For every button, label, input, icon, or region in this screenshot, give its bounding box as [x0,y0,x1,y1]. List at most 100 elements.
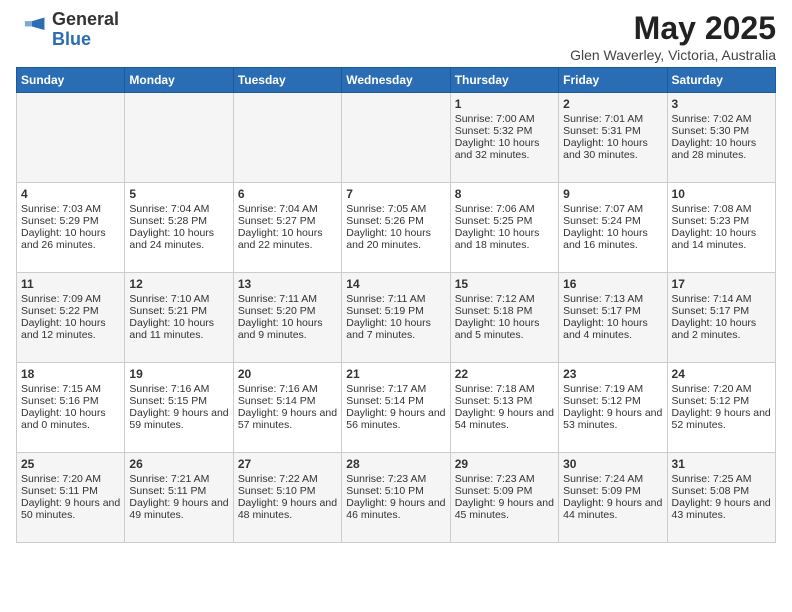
day-number: 17 [672,277,771,291]
sunset-text: Sunset: 5:10 PM [238,485,337,497]
sunset-text: Sunset: 5:22 PM [21,305,120,317]
sunrise-text: Sunrise: 7:25 AM [672,473,771,485]
sunset-text: Sunset: 5:32 PM [455,125,554,137]
calendar-cell: 30Sunrise: 7:24 AMSunset: 5:09 PMDayligh… [559,453,667,543]
sunset-text: Sunset: 5:09 PM [455,485,554,497]
day-number: 4 [21,187,120,201]
sunrise-text: Sunrise: 7:04 AM [129,203,228,215]
sunrise-text: Sunrise: 7:17 AM [346,383,445,395]
logo-icon [16,14,48,46]
sunrise-text: Sunrise: 7:18 AM [455,383,554,395]
sunset-text: Sunset: 5:12 PM [672,395,771,407]
sunset-text: Sunset: 5:15 PM [129,395,228,407]
calendar-cell: 21Sunrise: 7:17 AMSunset: 5:14 PMDayligh… [342,363,450,453]
sunrise-text: Sunrise: 7:19 AM [563,383,662,395]
sunrise-text: Sunrise: 7:09 AM [21,293,120,305]
calendar-cell: 12Sunrise: 7:10 AMSunset: 5:21 PMDayligh… [125,273,233,363]
calendar-cell: 22Sunrise: 7:18 AMSunset: 5:13 PMDayligh… [450,363,558,453]
day-number: 29 [455,457,554,471]
sunset-text: Sunset: 5:08 PM [672,485,771,497]
week-row-5: 25Sunrise: 7:20 AMSunset: 5:11 PMDayligh… [17,453,776,543]
sunrise-text: Sunrise: 7:23 AM [455,473,554,485]
day-number: 25 [21,457,120,471]
sunrise-text: Sunrise: 7:15 AM [21,383,120,395]
calendar-cell: 2Sunrise: 7:01 AMSunset: 5:31 PMDaylight… [559,93,667,183]
daylight-text: Daylight: 10 hours and 11 minutes. [129,317,228,341]
daylight-text: Daylight: 10 hours and 22 minutes. [238,227,337,251]
day-number: 7 [346,187,445,201]
day-number: 2 [563,97,662,111]
sunset-text: Sunset: 5:11 PM [21,485,120,497]
header: General Blue May 2025 Glen Waverley, Vic… [16,10,776,63]
daylight-text: Daylight: 9 hours and 54 minutes. [455,407,554,431]
calendar-cell: 7Sunrise: 7:05 AMSunset: 5:26 PMDaylight… [342,183,450,273]
daylight-text: Daylight: 10 hours and 7 minutes. [346,317,445,341]
daylight-text: Daylight: 9 hours and 46 minutes. [346,497,445,521]
sunrise-text: Sunrise: 7:24 AM [563,473,662,485]
sunrise-text: Sunrise: 7:07 AM [563,203,662,215]
sunrise-text: Sunrise: 7:00 AM [455,113,554,125]
day-number: 20 [238,367,337,381]
main-title: May 2025 [570,10,776,47]
day-number: 15 [455,277,554,291]
sunset-text: Sunset: 5:20 PM [238,305,337,317]
calendar-body: 1Sunrise: 7:00 AMSunset: 5:32 PMDaylight… [17,93,776,543]
sunrise-text: Sunrise: 7:13 AM [563,293,662,305]
logo-text: General Blue [52,10,119,50]
day-number: 28 [346,457,445,471]
daylight-text: Daylight: 9 hours and 59 minutes. [129,407,228,431]
daylight-text: Daylight: 9 hours and 53 minutes. [563,407,662,431]
calendar-cell: 5Sunrise: 7:04 AMSunset: 5:28 PMDaylight… [125,183,233,273]
daylight-text: Daylight: 9 hours and 44 minutes. [563,497,662,521]
daylight-text: Daylight: 10 hours and 16 minutes. [563,227,662,251]
calendar-cell: 27Sunrise: 7:22 AMSunset: 5:10 PMDayligh… [233,453,341,543]
sunset-text: Sunset: 5:31 PM [563,125,662,137]
sunset-text: Sunset: 5:14 PM [346,395,445,407]
sunrise-text: Sunrise: 7:08 AM [672,203,771,215]
calendar-header: SundayMondayTuesdayWednesdayThursdayFrid… [17,68,776,93]
daylight-text: Daylight: 10 hours and 14 minutes. [672,227,771,251]
logo-general: General [52,10,119,30]
calendar-cell: 26Sunrise: 7:21 AMSunset: 5:11 PMDayligh… [125,453,233,543]
sunrise-text: Sunrise: 7:03 AM [21,203,120,215]
day-number: 24 [672,367,771,381]
sunset-text: Sunset: 5:17 PM [672,305,771,317]
sunrise-text: Sunrise: 7:06 AM [455,203,554,215]
calendar-cell [125,93,233,183]
calendar-cell: 11Sunrise: 7:09 AMSunset: 5:22 PMDayligh… [17,273,125,363]
calendar-cell: 6Sunrise: 7:04 AMSunset: 5:27 PMDaylight… [233,183,341,273]
calendar-cell [342,93,450,183]
calendar-cell: 24Sunrise: 7:20 AMSunset: 5:12 PMDayligh… [667,363,775,453]
day-number: 12 [129,277,228,291]
daylight-text: Daylight: 10 hours and 32 minutes. [455,137,554,161]
week-row-3: 11Sunrise: 7:09 AMSunset: 5:22 PMDayligh… [17,273,776,363]
calendar-cell: 10 Sunrise: 7:08 AMSunset: 5:23 PMDayligh… [667,183,775,273]
calendar-cell: 28Sunrise: 7:23 AMSunset: 5:10 PMDayligh… [342,453,450,543]
calendar-cell: 15Sunrise: 7:12 AMSunset: 5:18 PMDayligh… [450,273,558,363]
daylight-text: Daylight: 9 hours and 52 minutes. [672,407,771,431]
sunset-text: Sunset: 5:19 PM [346,305,445,317]
calendar-cell: 23 Sunrise: 7:19 AMSunset: 5:12 PMDayligh… [559,363,667,453]
daylight-text: Daylight: 10 hours and 24 minutes. [129,227,228,251]
sunrise-text: Sunrise: 7:14 AM [672,293,771,305]
header-saturday: Saturday [667,68,775,93]
week-row-4: 18Sunrise: 7:15 AMSunset: 5:16 PMDayligh… [17,363,776,453]
sunset-text: Sunset: 5:12 PM [563,395,662,407]
day-number: 23 [563,367,662,381]
sunset-text: Sunset: 5:28 PM [129,215,228,227]
day-number: 31 [672,457,771,471]
daylight-text: Daylight: 9 hours and 43 minutes. [672,497,771,521]
sunrise-text: Sunrise: 7:05 AM [346,203,445,215]
calendar-cell: 17Sunrise: 7:14 AMSunset: 5:17 PMDayligh… [667,273,775,363]
sunset-text: Sunset: 5:29 PM [21,215,120,227]
calendar-cell: 3Sunrise: 7:02 AMSunset: 5:30 PMDaylight… [667,93,775,183]
header-wednesday: Wednesday [342,68,450,93]
subtitle: Glen Waverley, Victoria, Australia [570,47,776,63]
header-monday: Monday [125,68,233,93]
daylight-text: Daylight: 9 hours and 56 minutes. [346,407,445,431]
day-number: 22 [455,367,554,381]
sunset-text: Sunset: 5:25 PM [455,215,554,227]
day-number: 10 [672,187,771,201]
sunset-text: Sunset: 5:23 PM [672,215,771,227]
sunset-text: Sunset: 5:21 PM [129,305,228,317]
